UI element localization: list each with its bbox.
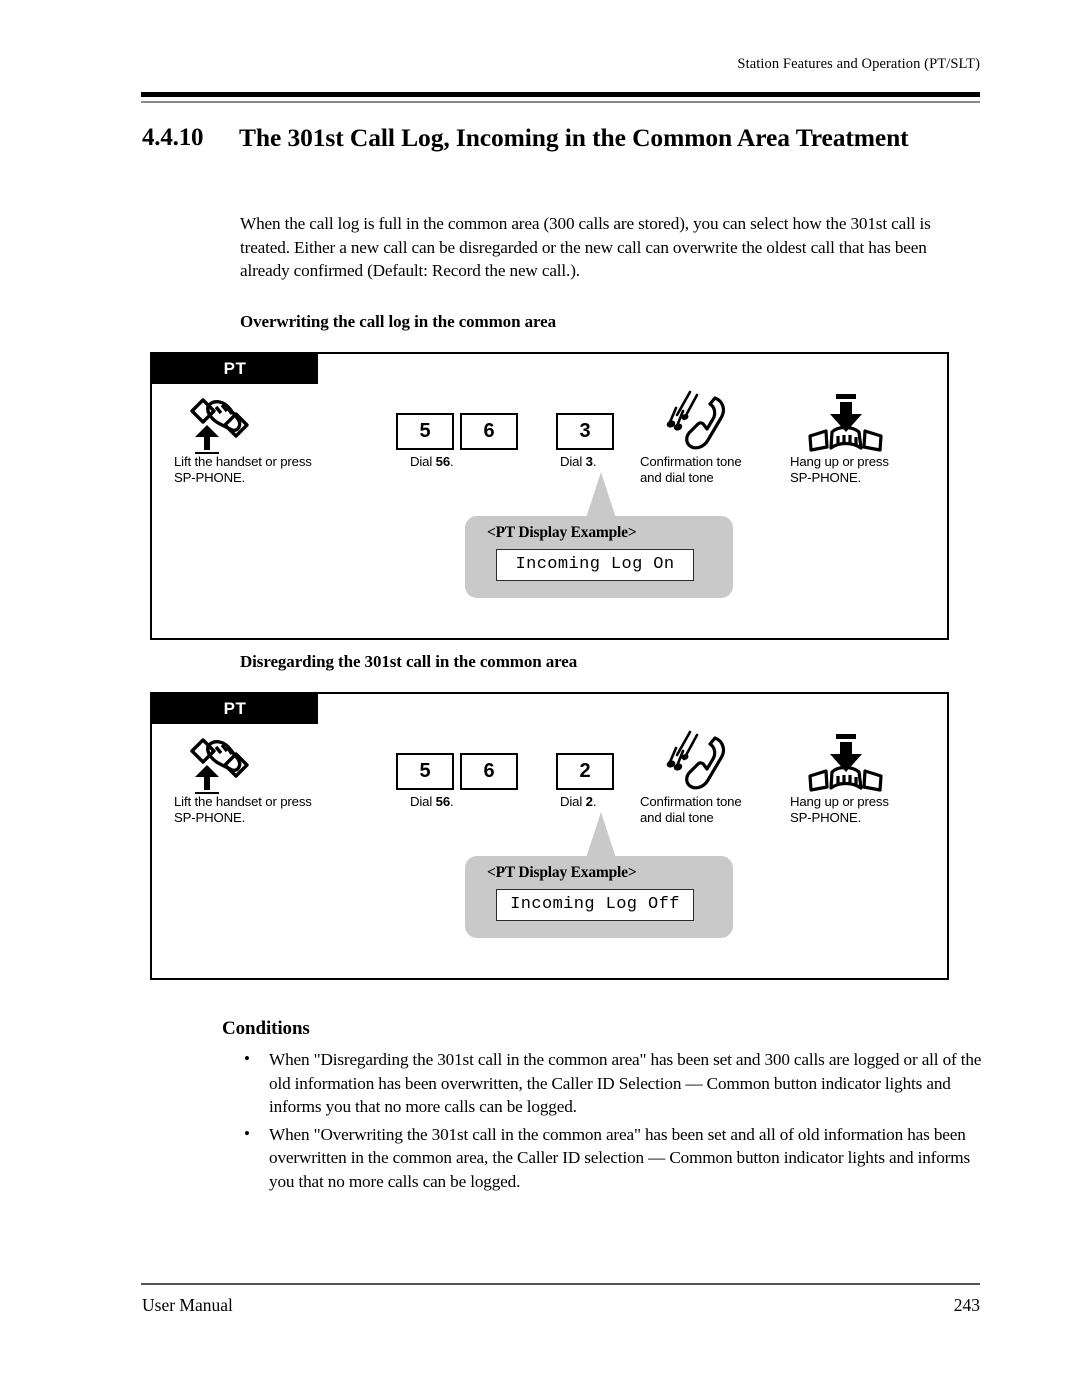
header-rule-thick bbox=[141, 92, 980, 97]
header-rule-thin bbox=[141, 101, 980, 103]
callout-title: <PT Display Example> bbox=[487, 524, 637, 541]
conditions-heading: Conditions bbox=[222, 1018, 310, 1039]
hang-up-icon bbox=[790, 392, 930, 454]
step-caption: Dial 56. bbox=[410, 454, 454, 469]
step-dial-56-1: 5 6 Dial 56. bbox=[396, 392, 526, 470]
step-dial-3-1: 3 Dial 3. bbox=[556, 392, 636, 470]
step-caption: Confirmation tone and dial tone bbox=[640, 794, 742, 825]
procedure-diagram-2: PT Lift the handset or press SP-PHONE. 5… bbox=[150, 692, 949, 980]
step-caption: Dial 56. bbox=[410, 794, 454, 809]
keypad-keys: 5 6 bbox=[396, 732, 526, 794]
list-item-text: When "Disregarding the 301st call in the… bbox=[269, 1050, 982, 1116]
step-caption: Dial 3. bbox=[560, 454, 597, 469]
conditions-list: • When "Disregarding the 301st call in t… bbox=[240, 1048, 982, 1197]
key-3[interactable]: 3 bbox=[556, 413, 614, 450]
intro-paragraph: When the call log is full in the common … bbox=[240, 214, 931, 280]
keypad-keys: 5 6 bbox=[396, 392, 526, 454]
step-caption: Hang up or press SP-PHONE. bbox=[790, 454, 889, 485]
step-caption: Lift the handset or press SP-PHONE. bbox=[174, 794, 312, 825]
bullet-icon: • bbox=[244, 1123, 250, 1143]
lcd-display: Incoming Log On bbox=[496, 549, 694, 581]
key-5[interactable]: 5 bbox=[396, 753, 454, 790]
procedure-heading-1: Overwriting the call log in the common a… bbox=[240, 312, 556, 331]
procedure-diagram-1: PT Lift the handset or press SP-PHONE. 5… bbox=[150, 352, 949, 640]
step-caption: Dial 2. bbox=[560, 794, 597, 809]
step-dial-2-2: 2 Dial 2. bbox=[556, 732, 636, 810]
step-confirmation-tone-1: Confirmation tone and dial tone bbox=[640, 390, 780, 486]
list-item: • When "Overwriting the 301st call in th… bbox=[240, 1123, 982, 1194]
callout-title: <PT Display Example> bbox=[487, 864, 637, 881]
step-hang-up-2: Hang up or press SP-PHONE. bbox=[790, 732, 930, 826]
ringing-handset-icon bbox=[640, 730, 780, 794]
page-title: The 301st Call Log, Incoming in the Comm… bbox=[239, 123, 909, 152]
step-confirmation-tone-2: Confirmation tone and dial tone bbox=[640, 730, 780, 826]
pt-display-callout-1: <PT Display Example> Incoming Log On bbox=[465, 516, 733, 598]
keypad-keys: 2 bbox=[556, 732, 636, 794]
list-item: • When "Disregarding the 301st call in t… bbox=[240, 1048, 982, 1119]
step-lift-handset-1: Lift the handset or press SP-PHONE. bbox=[174, 392, 370, 486]
bullet-icon: • bbox=[244, 1049, 250, 1068]
procedure-heading-2: Disregarding the 301st call in the commo… bbox=[240, 652, 578, 671]
step-dial-56-2: 5 6 Dial 56. bbox=[396, 732, 526, 810]
step-hang-up-1: Hang up or press SP-PHONE. bbox=[790, 392, 930, 486]
section-number: 4.4.10 bbox=[142, 124, 204, 151]
step-caption: Hang up or press SP-PHONE. bbox=[790, 794, 889, 825]
lift-handset-icon bbox=[174, 392, 370, 454]
lift-handset-icon bbox=[174, 732, 370, 794]
running-header: Station Features and Operation (PT/SLT) bbox=[737, 56, 980, 72]
step-caption: Lift the handset or press SP-PHONE. bbox=[174, 454, 312, 485]
step-lift-handset-2: Lift the handset or press SP-PHONE. bbox=[174, 732, 370, 826]
hang-up-icon bbox=[790, 732, 930, 794]
ringing-handset-icon bbox=[640, 390, 780, 454]
keypad-keys: 3 bbox=[556, 392, 636, 454]
page-number: 243 bbox=[953, 1295, 980, 1315]
document-page: Station Features and Operation (PT/SLT) … bbox=[0, 0, 1080, 1397]
callout-pointer-1 bbox=[586, 472, 616, 518]
callout-pointer-2 bbox=[586, 812, 616, 858]
lcd-display: Incoming Log Off bbox=[496, 889, 694, 921]
pt-display-callout-2: <PT Display Example> Incoming Log Off bbox=[465, 856, 733, 938]
footer-rule bbox=[141, 1283, 980, 1285]
key-6[interactable]: 6 bbox=[460, 413, 518, 450]
step-caption: Confirmation tone and dial tone bbox=[640, 454, 742, 485]
pt-badge-2: PT bbox=[152, 694, 318, 724]
pt-badge-1: PT bbox=[152, 354, 318, 384]
key-2[interactable]: 2 bbox=[556, 753, 614, 790]
list-item-text: When "Overwriting the 301st call in the … bbox=[269, 1124, 970, 1191]
key-5[interactable]: 5 bbox=[396, 413, 454, 450]
key-6[interactable]: 6 bbox=[460, 753, 518, 790]
